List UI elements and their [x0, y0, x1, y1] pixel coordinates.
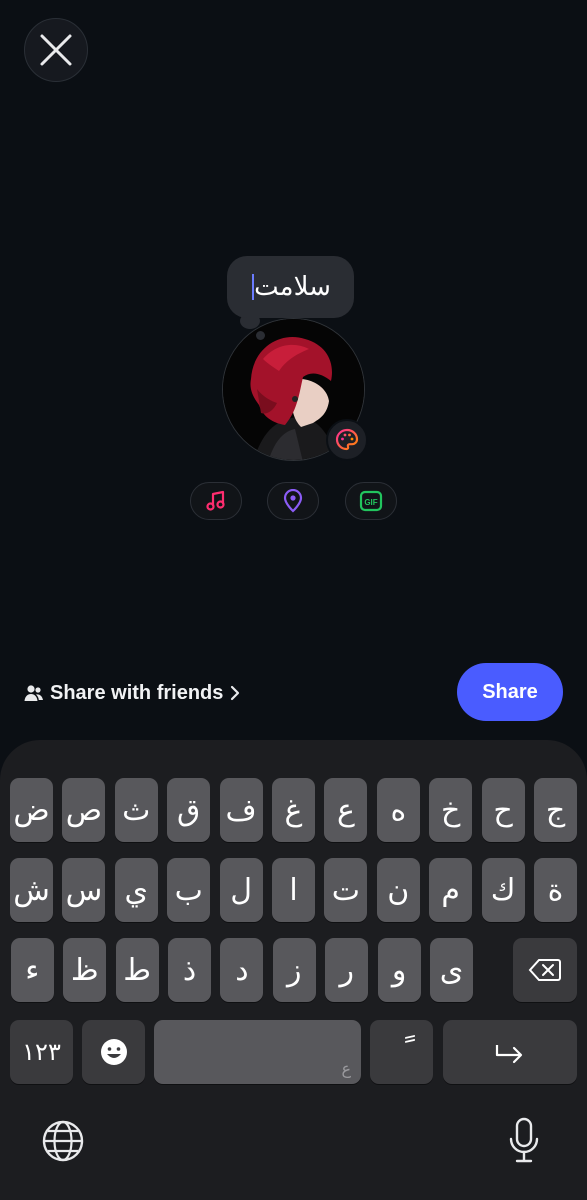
keyboard: جحخهعغفقثصض ةكمنتالبيسش ىورزدذطظء ١٢٣ ع …: [0, 740, 587, 1200]
key[interactable]: غ: [272, 778, 315, 842]
key[interactable]: ن: [376, 858, 420, 922]
numbers-key[interactable]: ١٢٣: [10, 1020, 73, 1084]
audience-selector[interactable]: Share with friends: [24, 678, 241, 708]
key[interactable]: ء: [10, 938, 54, 1002]
gif-label: GIF: [364, 498, 377, 507]
theme-palette-button[interactable]: [326, 419, 368, 461]
bubble-tail-dot: [256, 331, 265, 340]
add-music-button[interactable]: [190, 482, 242, 520]
key[interactable]: ف: [219, 778, 263, 842]
key[interactable]: س: [62, 858, 106, 922]
return-icon: [495, 1045, 523, 1064]
note-bubble[interactable]: سلامت: [227, 256, 354, 318]
key[interactable]: ة: [534, 858, 577, 922]
key[interactable]: م: [429, 858, 473, 922]
gif-icon: GIF: [359, 490, 383, 512]
microphone-button[interactable]: [507, 1116, 541, 1166]
location-pin-icon: [283, 489, 303, 513]
key[interactable]: ص: [62, 778, 106, 842]
close-icon: [40, 34, 72, 66]
key[interactable]: و: [377, 938, 421, 1002]
key[interactable]: ث: [114, 778, 158, 842]
emoji-icon: [100, 1039, 127, 1065]
diacritic-key[interactable]: ً: [370, 1020, 433, 1084]
chevron-right-icon: [231, 685, 240, 701]
close-button[interactable]: [24, 18, 88, 82]
key[interactable]: ي: [114, 858, 158, 922]
palette-icon: [335, 428, 359, 451]
key[interactable]: ذ: [168, 938, 211, 1002]
key[interactable]: ق: [167, 778, 211, 842]
key[interactable]: ح: [481, 778, 525, 842]
key[interactable]: ض: [10, 778, 53, 842]
key[interactable]: ظ: [63, 938, 107, 1002]
note-text-input[interactable]: سلامت: [254, 272, 331, 302]
key[interactable]: ع: [324, 778, 368, 842]
key[interactable]: ى: [430, 938, 473, 1002]
add-location-button[interactable]: [267, 482, 319, 520]
add-gif-button[interactable]: GIF: [345, 482, 397, 520]
key[interactable]: ط: [115, 938, 159, 1002]
globe-button[interactable]: [42, 1120, 84, 1162]
backspace-icon: [528, 959, 561, 981]
globe-icon: [42, 1120, 84, 1162]
key[interactable]: ل: [219, 858, 263, 922]
key[interactable]: ج: [534, 778, 577, 842]
key[interactable]: ت: [324, 858, 368, 922]
emoji-key[interactable]: [82, 1020, 145, 1084]
key[interactable]: ب: [167, 858, 211, 922]
audience-label: Share with friends: [50, 681, 224, 704]
microphone-icon: [509, 1117, 539, 1163]
friends-icon: [24, 685, 43, 701]
space-key[interactable]: ع: [154, 1020, 361, 1084]
key[interactable]: د: [220, 938, 264, 1002]
key[interactable]: ك: [481, 858, 525, 922]
backspace-key[interactable]: [513, 938, 577, 1002]
key[interactable]: ش: [10, 858, 53, 922]
key[interactable]: خ: [429, 778, 473, 842]
key[interactable]: ا: [272, 858, 315, 922]
key[interactable]: ر: [325, 938, 369, 1002]
key[interactable]: ز: [272, 938, 316, 1002]
music-note-icon: [206, 490, 225, 511]
share-button[interactable]: Share: [457, 663, 563, 721]
return-key[interactable]: [443, 1020, 577, 1084]
key[interactable]: ه: [376, 778, 420, 842]
